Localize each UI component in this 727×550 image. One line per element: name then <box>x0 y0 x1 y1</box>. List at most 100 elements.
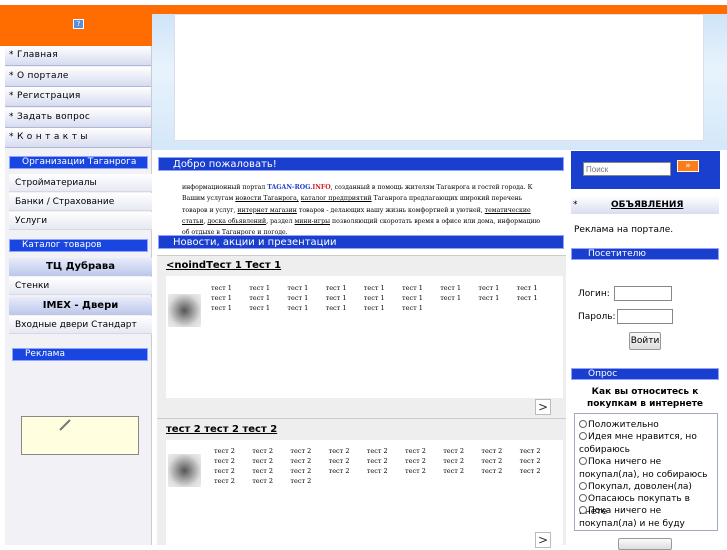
poll-option-label: Идея мне нравится, но собираюсь <box>579 432 697 455</box>
left-sidebar: * Главная * О портале * Регистрация * За… <box>5 46 152 545</box>
poll-option[interactable]: Идея мне нравится, но собираюсь <box>579 431 719 456</box>
ad-image <box>59 419 71 431</box>
news-thumbnail[interactable] <box>168 294 201 327</box>
brand-suffix: INFO <box>312 184 331 191</box>
menu-item-about[interactable]: * О портале <box>5 66 151 87</box>
news-cell: тест 1 <box>249 304 271 312</box>
news-cell: тест 2 <box>252 477 274 485</box>
header-top-strip <box>0 0 727 5</box>
news-cell: тест 2 <box>443 457 465 465</box>
catalog-heading: Каталог товаров <box>9 239 148 252</box>
news-cell: тест 1 <box>516 294 538 302</box>
catalog-item-walls[interactable]: Стенки <box>9 277 152 295</box>
poll-option[interactable]: Пока ничего не покупал(ла) и не буду <box>579 505 719 530</box>
link-board[interactable]: доска обьявлений <box>207 218 266 225</box>
news-cell: тест 2 <box>252 447 274 455</box>
news-cell: тест 2 <box>405 447 426 455</box>
news-cell: тест 2 <box>290 477 312 485</box>
catalog-group-imex[interactable]: IMEX - Двери <box>9 297 152 315</box>
announcements-text: Реклама на портале. <box>574 225 674 235</box>
radio-icon[interactable] <box>579 494 587 502</box>
news-cell: тест 1 <box>249 294 271 302</box>
news-item-title[interactable]: <noindТест 1 Тест 1 <box>166 260 281 271</box>
poll-option[interactable]: Положительно <box>579 419 719 432</box>
news-cell: тест 1 <box>325 304 347 312</box>
welcome-text-part: товаров - делающих нашу жизнь комфортней… <box>296 206 485 214</box>
catalog-group-dubrava[interactable]: ТЦ Дубрава <box>9 258 152 276</box>
poll-option[interactable]: Покупал, доволен(ла) <box>579 481 719 494</box>
news-cell: тест 2 <box>214 457 235 465</box>
welcome-text-part: информационный портал <box>182 184 268 191</box>
news-heading: Новости, акции и презентации <box>158 235 564 249</box>
password-label: Пароль: <box>578 312 616 322</box>
menu-item-register[interactable]: * Регистрация <box>5 87 151 108</box>
link-shop[interactable]: интернет магазин <box>237 207 297 214</box>
poll-heading: Опрос <box>571 368 719 380</box>
orgs-item-building[interactable]: Стройматериалы <box>9 174 152 192</box>
menu-item-ask[interactable]: * Задать вопрос <box>5 107 151 128</box>
news-item: <noindТест 1 Тест 1 тест 1 тест 1 тест 1 те… <box>157 255 566 418</box>
link-games[interactable]: мини-игры <box>294 218 330 225</box>
radio-icon[interactable] <box>579 482 587 490</box>
news-thumbnail[interactable] <box>168 454 201 487</box>
news-item: тест 2 тест 2 тест 2 тест 2 тест 2 тест 2т… <box>157 418 566 548</box>
news-cell: тест 1 <box>402 304 423 312</box>
news-cell: тест 2 <box>252 457 274 465</box>
catalog-item-doors[interactable]: Входные двери Стандарт <box>9 316 152 334</box>
news-cell: тест 1 <box>287 284 309 292</box>
orgs-item-services[interactable]: Услуги <box>9 212 152 230</box>
search-button[interactable]: » <box>677 160 699 172</box>
news-cell: тест 2 <box>214 477 235 485</box>
announcements-bullet: * <box>573 200 578 210</box>
news-cell: тест 2 <box>481 457 503 465</box>
news-cell: тест 2 <box>443 467 465 475</box>
ads-left-heading: Реклама <box>12 348 148 361</box>
poll-option[interactable]: Пока ничего не покупал(ла), но собираюсь <box>579 456 719 481</box>
news-cell: тест 2 <box>443 447 465 455</box>
search-input[interactable] <box>583 162 671 176</box>
news-cell: тест 1 <box>287 304 309 312</box>
link-news[interactable]: новости Таганрога, <box>235 195 299 202</box>
brand-name: TAGAN-ROG. <box>267 184 313 191</box>
poll-option-label: Пока ничего не покупал(ла), но собираюсь <box>579 457 708 480</box>
news-cell: тест 1 <box>478 294 500 302</box>
menu-item-contacts[interactable]: * К о н т а к т ы <box>5 128 151 149</box>
login-field[interactable] <box>614 286 672 301</box>
news-cell: тест 1 <box>478 284 500 292</box>
radio-icon[interactable] <box>579 457 587 465</box>
news-cell: тест 2 <box>252 467 274 475</box>
poll-vote-button[interactable] <box>618 538 672 550</box>
news-cell: тест 2 <box>328 467 350 475</box>
news-cell: тест 2 <box>405 467 426 475</box>
news-cell: тест 2 <box>405 457 426 465</box>
visitor-heading: Посетителю <box>571 248 719 260</box>
login-label: Логин: <box>578 289 610 299</box>
menu-item-home[interactable]: * Главная <box>5 46 151 66</box>
poll-option-label: Покупал, доволен(ла) <box>588 482 692 492</box>
radio-icon[interactable] <box>579 432 587 440</box>
password-field[interactable] <box>617 309 673 324</box>
link-catalog[interactable]: каталог предприятий <box>301 195 372 202</box>
news-cell: тест 1 <box>325 294 347 302</box>
news-cell: тест 1 <box>211 284 232 292</box>
news-item-title[interactable]: тест 2 тест 2 тест 2 <box>166 424 277 435</box>
news-cell: тест 1 <box>363 284 385 292</box>
radio-icon[interactable] <box>579 506 587 514</box>
news-item-body: тест 2 тест 2 тест 2 тест 2 тест 2 тест 2 тест… <box>166 440 563 546</box>
announcements-tab[interactable]: * ОБЪЯВЛЕНИЯ <box>571 196 719 214</box>
header-banner <box>174 14 704 141</box>
news-cell: тест 2 <box>290 447 312 455</box>
help-icon[interactable]: ? <box>73 19 84 29</box>
orgs-item-banks[interactable]: Банки / Страхование <box>9 193 152 211</box>
news-cell: тест 1 <box>211 294 232 302</box>
orgs-heading: Организации Таганрога <box>9 156 148 169</box>
news-cell: тест 1 <box>516 284 538 292</box>
news-cell: тест 2 <box>519 457 541 465</box>
next-arrow-icon[interactable]: > <box>535 532 551 548</box>
login-button[interactable]: Войти <box>629 332 661 350</box>
announcements-title[interactable]: ОБЪЯВЛЕНИЯ <box>611 196 683 214</box>
poll-option-label: Положительно <box>588 420 659 430</box>
ads-left-box[interactable] <box>21 416 139 455</box>
radio-icon[interactable] <box>579 420 587 428</box>
next-arrow-icon[interactable]: > <box>535 399 551 415</box>
